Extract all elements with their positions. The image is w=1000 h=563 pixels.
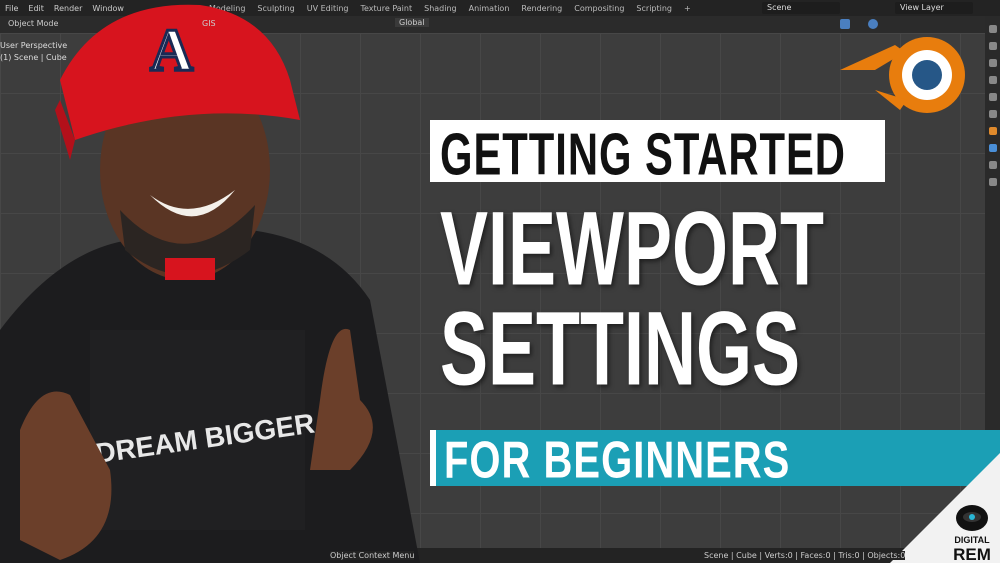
render-icon[interactable] <box>988 42 997 50</box>
svg-text:DIGITAL: DIGITAL <box>954 535 990 545</box>
svg-text:A: A <box>150 17 193 83</box>
gis-menu[interactable]: GIS <box>202 19 216 28</box>
view-layer-selector[interactable]: View Layer <box>895 2 973 14</box>
particles-icon[interactable] <box>988 161 997 169</box>
transform-orientation-dropdown[interactable]: Global <box>395 18 429 27</box>
tab-scripting[interactable]: Scripting <box>630 4 678 13</box>
overlay-toggle-icon[interactable] <box>868 19 878 29</box>
status-hint: Object Context Menu <box>330 551 415 560</box>
title-line1: GETTING STARTED <box>440 122 846 189</box>
modifier-icon[interactable] <box>988 144 997 152</box>
physics-icon[interactable] <box>988 178 997 186</box>
tab-compositing[interactable]: Compositing <box>568 4 630 13</box>
blender-logo-icon <box>840 37 965 113</box>
title-line4: FOR BEGINNERS <box>444 432 791 490</box>
presenter-photo: A DREAM BIGGER <box>0 4 420 563</box>
add-workspace-button[interactable]: + <box>678 4 697 13</box>
world-icon[interactable] <box>988 110 997 118</box>
svg-text:REM: REM <box>953 545 991 563</box>
object-icon[interactable] <box>988 127 997 135</box>
digital-rem-logo: DIGITAL REM <box>953 505 991 563</box>
object-mode-dropdown[interactable]: Object Mode <box>8 19 68 28</box>
title-banner-line1: GETTING STARTED <box>430 120 885 188</box>
gizmo-toggle-icon[interactable] <box>840 19 850 29</box>
tab-animation[interactable]: Animation <box>463 4 516 13</box>
tool-icon[interactable] <box>988 25 997 33</box>
scene-statistics: Scene | Cube | Verts:0 | Faces:0 | Tris:… <box>704 551 906 560</box>
scene-selector[interactable]: Scene <box>762 2 840 14</box>
output-icon[interactable] <box>988 59 997 67</box>
tab-rendering[interactable]: Rendering <box>515 4 568 13</box>
title-line3: SETTINGS <box>440 291 801 408</box>
scene-icon[interactable] <box>988 93 997 101</box>
view-layer-icon[interactable] <box>988 76 997 84</box>
